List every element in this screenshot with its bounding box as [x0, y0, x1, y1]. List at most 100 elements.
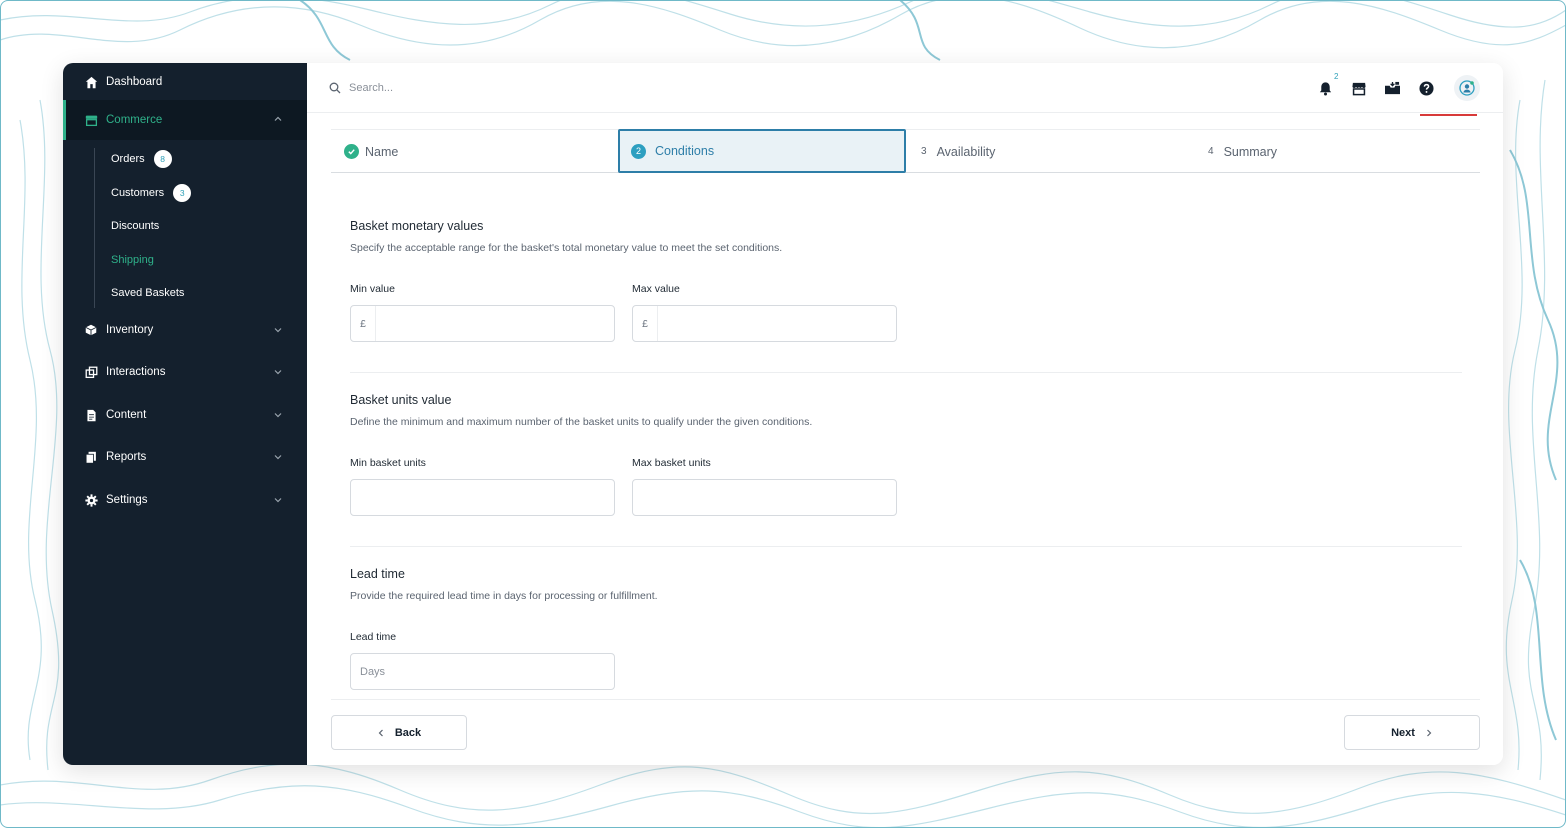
back-button[interactable]: Back: [331, 715, 467, 750]
document-icon: [84, 408, 98, 422]
sidebar-subitem-label: Shipping: [111, 254, 154, 266]
search-icon: [329, 82, 341, 94]
sidebar-subitem-label: Customers: [111, 187, 165, 199]
chevron-up-icon: [274, 116, 282, 121]
section-divider: [350, 372, 1462, 373]
submenu-line: [94, 148, 95, 308]
search-input[interactable]: [349, 79, 649, 97]
sidebar-item-settings[interactable]: Settings: [63, 481, 307, 519]
chevron-down-icon: [274, 498, 282, 503]
reports-icon: [84, 450, 98, 464]
sidebar-item-dashboard[interactable]: Dashboard: [63, 63, 307, 101]
sidebar-subitem-saved-baskets[interactable]: Saved Baskets: [111, 282, 184, 304]
app-window: Dashboard Commerce Orders 8 Customers 3 …: [63, 63, 1503, 765]
step-number: 3: [921, 146, 927, 157]
max-units-input[interactable]: [633, 480, 896, 515]
next-button[interactable]: Next: [1344, 715, 1480, 750]
min-units-field: [350, 479, 615, 516]
store-icon: [1352, 82, 1366, 95]
home-icon: [84, 75, 98, 89]
user-avatar-button[interactable]: [1454, 75, 1480, 101]
max-value-field: £: [632, 305, 897, 342]
progress-accent: [1420, 114, 1477, 116]
sidebar-subitem-label: Orders: [111, 153, 145, 165]
step-label: Conditions: [655, 144, 715, 158]
count-badge: 8: [153, 150, 172, 168]
next-button-label: Next: [1391, 726, 1415, 739]
step-number: 2: [631, 143, 646, 159]
min-value-input[interactable]: [376, 306, 614, 341]
sidebar-item-label: Content: [106, 409, 147, 421]
sidebar-item-reports[interactable]: Reports: [63, 438, 307, 476]
sidebar-item-label: Dashboard: [106, 76, 163, 88]
chevron-down-icon: [274, 328, 282, 333]
step-label: Summary: [1223, 144, 1278, 159]
store-icon: [84, 113, 98, 127]
inbox-button[interactable]: [1383, 79, 1401, 97]
currency-prefix: £: [351, 306, 376, 341]
max-value-label: Max value: [632, 283, 680, 295]
main-content: 2 Name 2 Con: [307, 63, 1503, 765]
section-divider: [350, 546, 1462, 547]
max-units-label: Max basket units: [632, 457, 711, 469]
back-button-label: Back: [394, 726, 422, 739]
sidebar-item-inventory[interactable]: Inventory: [63, 311, 307, 349]
min-units-input[interactable]: [351, 480, 614, 515]
sidebar-subitem-shipping[interactable]: Shipping: [111, 249, 154, 271]
lead-time-input[interactable]: [351, 654, 614, 689]
lead-time-label: Lead time: [350, 631, 397, 643]
step-conditions[interactable]: 2 Conditions: [618, 129, 906, 173]
sidebar-subitem-orders[interactable]: Orders 8: [111, 148, 172, 170]
sidebar-subitem-label: Saved Baskets: [111, 287, 185, 299]
sidebar-item-label: Commerce: [106, 114, 163, 126]
max-value-input[interactable]: [658, 306, 896, 341]
notifications-button[interactable]: [1316, 79, 1334, 97]
section-description-lead-time: Provide the required lead time in days f…: [350, 590, 658, 602]
sidebar-item-interactions[interactable]: Interactions: [63, 353, 307, 391]
top-bar: 2: [307, 63, 1503, 113]
sidebar-item-commerce[interactable]: Commerce: [63, 100, 307, 140]
sidebar-item-label: Reports: [106, 451, 147, 463]
bell-icon: [1319, 81, 1331, 95]
step-name[interactable]: Name: [344, 130, 614, 173]
footer-divider: [331, 699, 1480, 700]
notification-count: 2: [1334, 72, 1339, 81]
sidebar-subitem-label: Discounts: [111, 220, 160, 232]
section-description-monetary: Specify the acceptable range for the bas…: [350, 242, 783, 254]
help-button[interactable]: [1417, 79, 1435, 97]
gear-icon: [84, 493, 98, 507]
max-units-field: [632, 479, 897, 516]
user-avatar-icon: [1459, 80, 1475, 96]
step-label: Availability: [936, 144, 996, 159]
interactions-icon: [84, 365, 98, 379]
step-summary[interactable]: 4 Summary: [1208, 130, 1478, 173]
section-title-units: Basket units value: [350, 393, 452, 407]
section-description-units: Define the minimum and maximum number of…: [350, 416, 813, 428]
check-icon: [344, 144, 359, 159]
sidebar-item-label: Interactions: [106, 366, 166, 378]
sidebar-item-label: Inventory: [106, 324, 154, 336]
chevron-down-icon: [274, 413, 282, 418]
section-title-monetary: Basket monetary values: [350, 219, 484, 233]
chevron-down-icon: [274, 455, 282, 460]
inbox-icon: [1384, 81, 1400, 94]
box-icon: [84, 323, 98, 337]
chevron-left-icon: [378, 729, 383, 736]
chevron-right-icon: [1426, 729, 1432, 736]
min-value-field: £: [350, 305, 615, 342]
stepper: Name 2 Conditions 3 Availability 4 Summa…: [331, 129, 1480, 173]
lead-time-field: [350, 653, 615, 690]
sidebar-subitem-discounts[interactable]: Discounts: [111, 215, 159, 237]
section-title-lead-time: Lead time: [350, 567, 405, 581]
sidebar-item-content[interactable]: Content: [63, 396, 307, 434]
step-number: 4: [1208, 146, 1214, 157]
count-badge: 3: [173, 184, 192, 202]
help-icon: [1418, 80, 1434, 96]
step-availability[interactable]: 3 Availability: [921, 130, 1191, 173]
store-button[interactable]: [1350, 79, 1368, 97]
sidebar-subitem-customers[interactable]: Customers 3: [111, 182, 192, 204]
currency-prefix: £: [633, 306, 658, 341]
sidebar: Dashboard Commerce Orders 8 Customers 3 …: [63, 63, 307, 765]
step-label: Name: [365, 144, 399, 159]
min-value-label: Min value: [350, 283, 395, 295]
